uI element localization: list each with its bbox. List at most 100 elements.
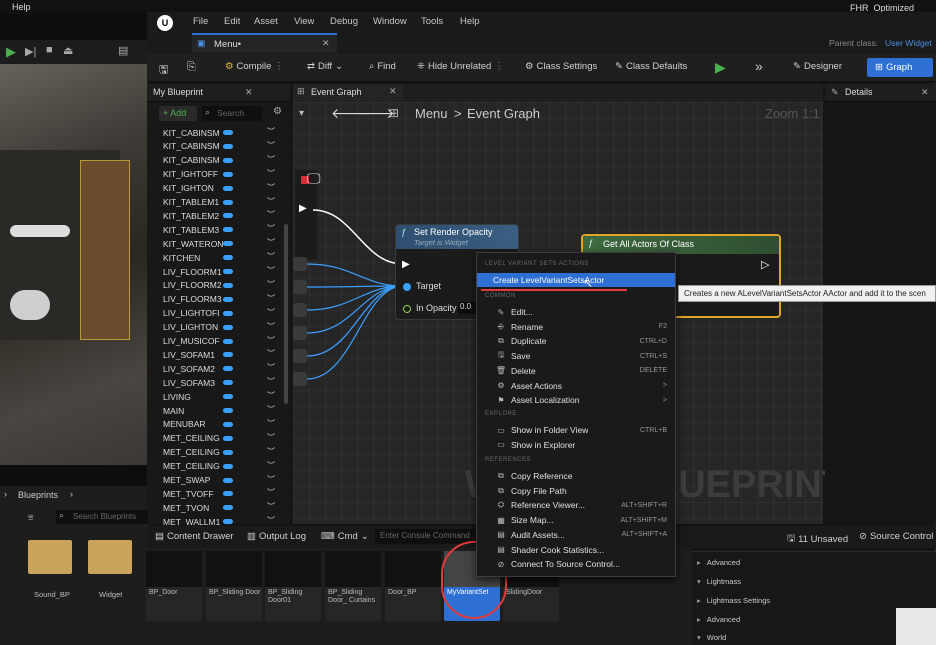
scrollbar[interactable] [284,224,288,404]
variable-item[interactable]: LIVING ︶ [163,390,288,403]
step-icon[interactable]: ▶| [25,45,36,58]
hide-unrelated-button[interactable]: ⁜ Hide Unrelated ⋮ [417,61,504,72]
asset-tile[interactable]: Door_BP [385,551,441,621]
find-button[interactable]: ⌕ Find [369,61,396,72]
class-defaults-button[interactable]: ✎ Class Defaults [615,61,687,72]
property-category[interactable]: ▸ Advanced [697,555,740,569]
visibility-icon[interactable]: ︶ [267,223,275,234]
visibility-icon[interactable]: ︶ [267,209,275,220]
asset-tile[interactable]: BP_Door [146,551,202,621]
variable-item[interactable]: LIV_FLOORM1 ︶ [163,265,288,278]
close-icon[interactable]: ✕ [245,87,253,98]
variable-item[interactable]: KIT_CABINSM ︶ [163,140,288,153]
help-menu-outer[interactable]: Help [12,2,31,12]
variable-item[interactable]: MENUBAR ︶ [163,418,288,431]
visibility-icon[interactable]: ︶ [267,390,275,401]
variable-item[interactable]: LIV_LIGHTON ︶ [163,321,288,334]
variable-item[interactable]: KIT_CABINSM ︶ [163,154,288,167]
visibility-icon[interactable]: ︶ [267,474,275,485]
visibility-icon[interactable]: ︶ [267,515,275,526]
property-category[interactable]: ▾ Lightmass [697,574,741,588]
variable-item[interactable]: KIT_TABLEM2 ︶ [163,209,288,222]
gear-icon[interactable]: ⚙ [273,106,282,117]
content-search-input[interactable]: ⌕ Search Blueprints [56,510,148,524]
visibility-icon[interactable]: ︶ [267,154,275,165]
cmd-dropdown[interactable]: ⌨ Cmd ⌄ [321,531,369,542]
menu-item-audit-assets[interactable]: ▤ Audit Assets... ALT+SHIFT+A [477,528,675,542]
visibility-icon[interactable]: ︶ [267,362,275,373]
menu-item-connect-to-source-control[interactable]: ⊘ Connect To Source Control... [477,557,675,571]
close-icon[interactable]: ✕ [322,38,330,49]
property-category[interactable]: ▸ Advanced [697,612,740,626]
play-icon[interactable]: ▶ [6,44,16,60]
property-category[interactable]: ▾ World [697,630,726,644]
skip-icon[interactable]: » [755,58,763,74]
visibility-icon[interactable]: ︶ [267,196,275,207]
output-log-button[interactable]: ▥ Output Log [247,531,306,542]
create-level-variant-sets-actor[interactable]: Create LevelVariantSetsActor [477,273,675,287]
variable-item[interactable]: LIV_SOFAM3 ︶ [163,376,288,389]
menu-item-edit[interactable]: ✎ Edit... [477,305,675,319]
menu-tools[interactable]: Tools [421,16,443,27]
visibility-icon[interactable]: ︶ [267,251,275,262]
path-blueprints[interactable]: Blueprints [18,490,58,500]
variable-item[interactable]: MET_CEILING ︶ [163,432,288,445]
menu-item-rename[interactable]: ⎆ Rename F2 [477,320,675,334]
target-pin[interactable] [403,283,411,291]
variable-item[interactable]: KIT_CABINSM ︶ [163,126,288,139]
tab-menu[interactable]: ▣ Menu• ✕ [192,33,337,53]
opacity-pin[interactable] [403,305,411,313]
variable-item[interactable]: LIV_SOFAM1 ︶ [163,348,288,361]
parent-class-link[interactable]: User Widget [885,38,932,48]
visibility-icon[interactable]: ︶ [267,321,275,332]
menu-item-save[interactable]: 🖫 Save CTRL+S [477,349,675,363]
visibility-icon[interactable]: ︶ [267,182,275,193]
stop-icon[interactable]: ■ [46,44,53,56]
tab-event-graph[interactable]: ⊞ Event Graph ✕ [293,84,403,102]
variable-item[interactable]: KITCHEN ︶ [163,251,288,264]
visibility-icon[interactable]: ︶ [267,279,275,290]
menu-item-size-map[interactable]: ▦ Size Map... ALT+SHIFT+M [477,513,675,527]
variable-item[interactable]: MET_CEILING ︶ [163,460,288,473]
visibility-icon[interactable]: ︶ [267,265,275,276]
visibility-icon[interactable]: ︶ [267,168,275,179]
class-settings-button[interactable]: ⚙ Class Settings [525,61,597,72]
property-category[interactable]: ▸ Lightmass Settings [697,593,770,607]
visibility-icon[interactable]: ︶ [267,376,275,387]
visibility-icon[interactable]: ︶ [267,460,275,471]
menu-file[interactable]: File [193,16,208,27]
menu-view[interactable]: View [294,16,314,27]
visibility-icon[interactable]: ︶ [267,487,275,498]
save-icon[interactable]: 🖫 [159,61,168,80]
menu-debug[interactable]: Debug [330,16,358,27]
visibility-icon[interactable]: ︶ [267,335,275,346]
asset-tile[interactable]: BP_Sliding Door [206,551,262,621]
eject-icon[interactable]: ⏏ [63,44,73,57]
close-icon[interactable]: ✕ [921,87,929,98]
variable-item[interactable]: MET_CEILING ︶ [163,446,288,459]
menu-item-copy-file-path[interactable]: ⧉ Copy File Path [477,484,675,498]
variable-item[interactable]: LIV_FLOORM2 ︶ [163,279,288,292]
menu-item-duplicate[interactable]: ⧉ Duplicate CTRL+D [477,334,675,348]
variable-item[interactable]: KIT_TABLEM3 ︶ [163,223,288,236]
menu-edit[interactable]: Edit [224,16,240,27]
platforms-icon[interactable]: ▤ [118,44,128,57]
asset-tile[interactable]: BP_Sliding Door01 [265,551,321,621]
diff-button[interactable]: ⇄ Diff ⌄ [307,61,343,72]
level-viewport[interactable] [0,40,148,465]
close-icon[interactable]: ✕ [389,86,397,97]
visibility-icon[interactable]: ︶ [267,404,275,415]
variable-item[interactable]: LIV_SOFAM2 ︶ [163,362,288,375]
visibility-icon[interactable]: ︶ [267,307,275,318]
asset-tile[interactable]: BP_Sliding Door_ Curtains [325,551,381,621]
exec-in-pin[interactable]: ▶ [402,259,410,270]
add-button[interactable]: + Add [159,106,197,121]
variable-item[interactable]: LIV_FLOORM3 ︶ [163,293,288,306]
menu-item-reference-viewer[interactable]: ⛭ Reference Viewer... ALT+SHIFT+R [477,498,675,512]
menu-item-copy-reference[interactable]: ⧉ Copy Reference [477,469,675,483]
unsaved-button[interactable]: 🖫 11 Unsaved [787,531,848,547]
menu-window[interactable]: Window [373,16,407,27]
play-icon[interactable]: ▶ [715,59,726,76]
visibility-icon[interactable]: ︶ [267,126,275,137]
variable-item[interactable]: MAIN ︶ [163,404,288,417]
